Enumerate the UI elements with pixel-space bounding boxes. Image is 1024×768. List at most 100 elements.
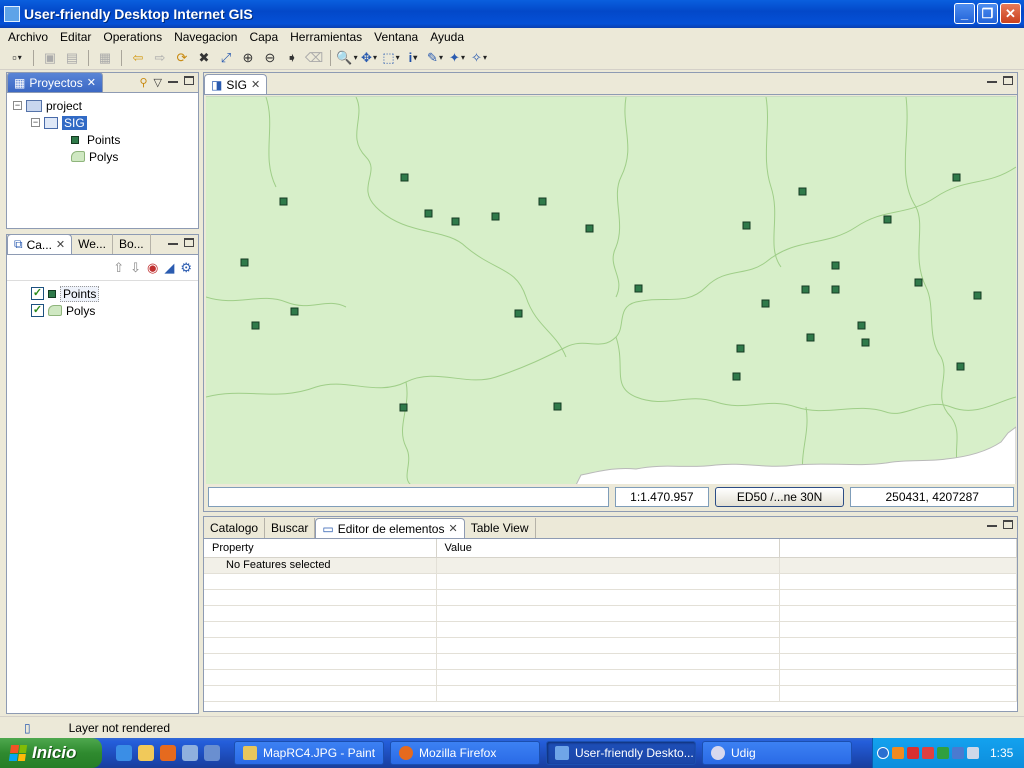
tab-buscar[interactable]: Buscar	[265, 518, 316, 538]
eraser-icon[interactable]: ⌫	[305, 49, 323, 67]
maximize-panel-icon[interactable]	[184, 76, 194, 85]
map-point-feature[interactable]	[251, 321, 260, 330]
minimize-panel-icon[interactable]	[168, 81, 178, 83]
menu-capa[interactable]: Capa	[243, 29, 284, 45]
map-point-feature[interactable]	[952, 173, 961, 182]
next-icon[interactable]: ➧	[283, 49, 301, 67]
link-icon[interactable]: ⚲	[139, 76, 147, 89]
column-header-value[interactable]: Value	[436, 539, 780, 558]
task-firefox[interactable]: Mozilla Firefox	[390, 741, 540, 765]
map-point-feature[interactable]	[279, 197, 288, 206]
tray-expand-icon[interactable]	[877, 747, 889, 759]
tray-security-icon[interactable]	[907, 747, 919, 759]
map-point-feature[interactable]	[451, 217, 460, 226]
map-point-feature[interactable]	[831, 261, 840, 270]
layer-properties-icon[interactable]: ⚙	[180, 260, 192, 276]
map-point-feature[interactable]	[736, 344, 745, 353]
map-point-feature[interactable]	[491, 212, 500, 221]
map-point-feature[interactable]	[553, 402, 562, 411]
tree-node-map[interactable]: − SIG	[13, 114, 192, 131]
map-point-feature[interactable]	[514, 309, 523, 318]
task-udig[interactable]: Udig	[702, 741, 852, 765]
map-point-feature[interactable]	[956, 362, 965, 371]
tree-node-layer-points[interactable]: Points	[13, 131, 192, 148]
layer-visibility-checkbox[interactable]: ✓	[31, 287, 44, 300]
maximize-panel-icon[interactable]	[1003, 76, 1013, 85]
tray-signal-icon[interactable]	[937, 747, 949, 759]
tab-table-view[interactable]: Table View	[465, 518, 536, 538]
minimize-button[interactable]: _	[954, 3, 975, 24]
zoom-tool-icon[interactable]: 🔍	[336, 49, 356, 67]
minimize-panel-icon[interactable]	[987, 525, 997, 527]
minimize-panel-icon[interactable]	[987, 81, 997, 83]
pan-tool-icon[interactable]: ✥	[360, 49, 378, 67]
close-button[interactable]: ✕	[1000, 3, 1021, 24]
stop-render-icon[interactable]: ✖	[195, 49, 213, 67]
map-point-feature[interactable]	[424, 209, 433, 218]
feature-tool-icon[interactable]: ✦	[448, 49, 466, 67]
column-header-property[interactable]: Property	[204, 539, 437, 558]
selection-tool-icon[interactable]: ⬚	[382, 49, 400, 67]
collapse-icon[interactable]: −	[31, 118, 40, 127]
tab-editor-de-elementos[interactable]: ▭ Editor de elementos ✕	[315, 518, 465, 538]
task-gis[interactable]: User-friendly Deskto...	[546, 741, 696, 765]
layer-row-polys[interactable]: ✓ Polys	[31, 302, 192, 319]
tree-node-project[interactable]: − project	[13, 97, 192, 114]
menu-herramientas[interactable]: Herramientas	[284, 29, 368, 45]
edit-tool-icon[interactable]: ✎	[426, 49, 444, 67]
print-icon[interactable]: ▦	[96, 49, 114, 67]
style-icon[interactable]: ◉	[147, 260, 158, 276]
tray-volume-icon[interactable]	[967, 747, 979, 759]
tab-map-sig[interactable]: ◨ SIG ✕	[204, 74, 268, 94]
app-launcher-icon[interactable]	[182, 745, 198, 761]
save-all-icon[interactable]: ▤	[63, 49, 81, 67]
save-icon[interactable]: ▣	[41, 49, 59, 67]
close-icon[interactable]: ✕	[87, 76, 96, 89]
tab-web[interactable]: We...	[72, 234, 113, 254]
menu-ventana[interactable]: Ventana	[368, 29, 424, 45]
refresh-icon[interactable]: ⟳	[173, 49, 191, 67]
tray-network-icon[interactable]	[952, 747, 964, 759]
back-arrow-icon[interactable]: ⇦	[129, 49, 147, 67]
map-point-feature[interactable]	[290, 307, 299, 316]
media-player-icon[interactable]	[204, 745, 220, 761]
fast-view-icon[interactable]: ▯	[24, 721, 31, 735]
crs-button[interactable]: ED50 /...ne 30N	[714, 487, 845, 507]
zoom-in-icon[interactable]: ⊕	[239, 49, 257, 67]
map-point-feature[interactable]	[861, 338, 870, 347]
move-down-icon[interactable]: ⇩	[130, 260, 141, 276]
internet-explorer-icon[interactable]	[116, 745, 132, 761]
collapse-icon[interactable]: −	[13, 101, 22, 110]
map-canvas[interactable]	[206, 96, 1016, 484]
view-menu-icon[interactable]: ▽	[154, 76, 162, 89]
map-point-feature[interactable]	[399, 403, 408, 412]
firefox-icon[interactable]	[160, 745, 176, 761]
menu-operations[interactable]: Operations	[97, 29, 168, 45]
map-point-feature[interactable]	[798, 187, 807, 196]
close-icon[interactable]: ✕	[56, 238, 65, 251]
new-icon[interactable]: ▫	[8, 49, 26, 67]
map-point-feature[interactable]	[400, 173, 409, 182]
map-point-feature[interactable]	[883, 215, 892, 224]
ruler-icon[interactable]: ◢	[164, 260, 174, 276]
map-point-feature[interactable]	[732, 372, 741, 381]
menu-ayuda[interactable]: Ayuda	[424, 29, 470, 45]
map-point-feature[interactable]	[801, 285, 810, 294]
maximize-panel-icon[interactable]	[1003, 520, 1013, 529]
close-icon[interactable]: ✕	[251, 78, 260, 91]
map-point-feature[interactable]	[634, 284, 643, 293]
info-tool-icon[interactable]: i	[404, 49, 422, 67]
tab-proyectos[interactable]: ▦ Proyectos ✕	[7, 72, 103, 92]
tree-node-layer-polys[interactable]: Polys	[13, 148, 192, 165]
table-row[interactable]: No Features selected	[204, 557, 1017, 574]
tab-catalogo[interactable]: Catalogo	[204, 518, 266, 538]
forward-arrow-icon[interactable]: ⇨	[151, 49, 169, 67]
map-point-feature[interactable]	[973, 291, 982, 300]
folder-icon[interactable]	[138, 745, 154, 761]
tray-close-icon[interactable]	[922, 747, 934, 759]
task-paint[interactable]: MapRC4.JPG - Paint	[234, 741, 384, 765]
start-button[interactable]: Inicio	[0, 738, 102, 768]
clock[interactable]: 1:35	[990, 746, 1013, 760]
close-icon[interactable]: ✕	[448, 522, 457, 535]
minimize-panel-icon[interactable]	[168, 243, 178, 245]
